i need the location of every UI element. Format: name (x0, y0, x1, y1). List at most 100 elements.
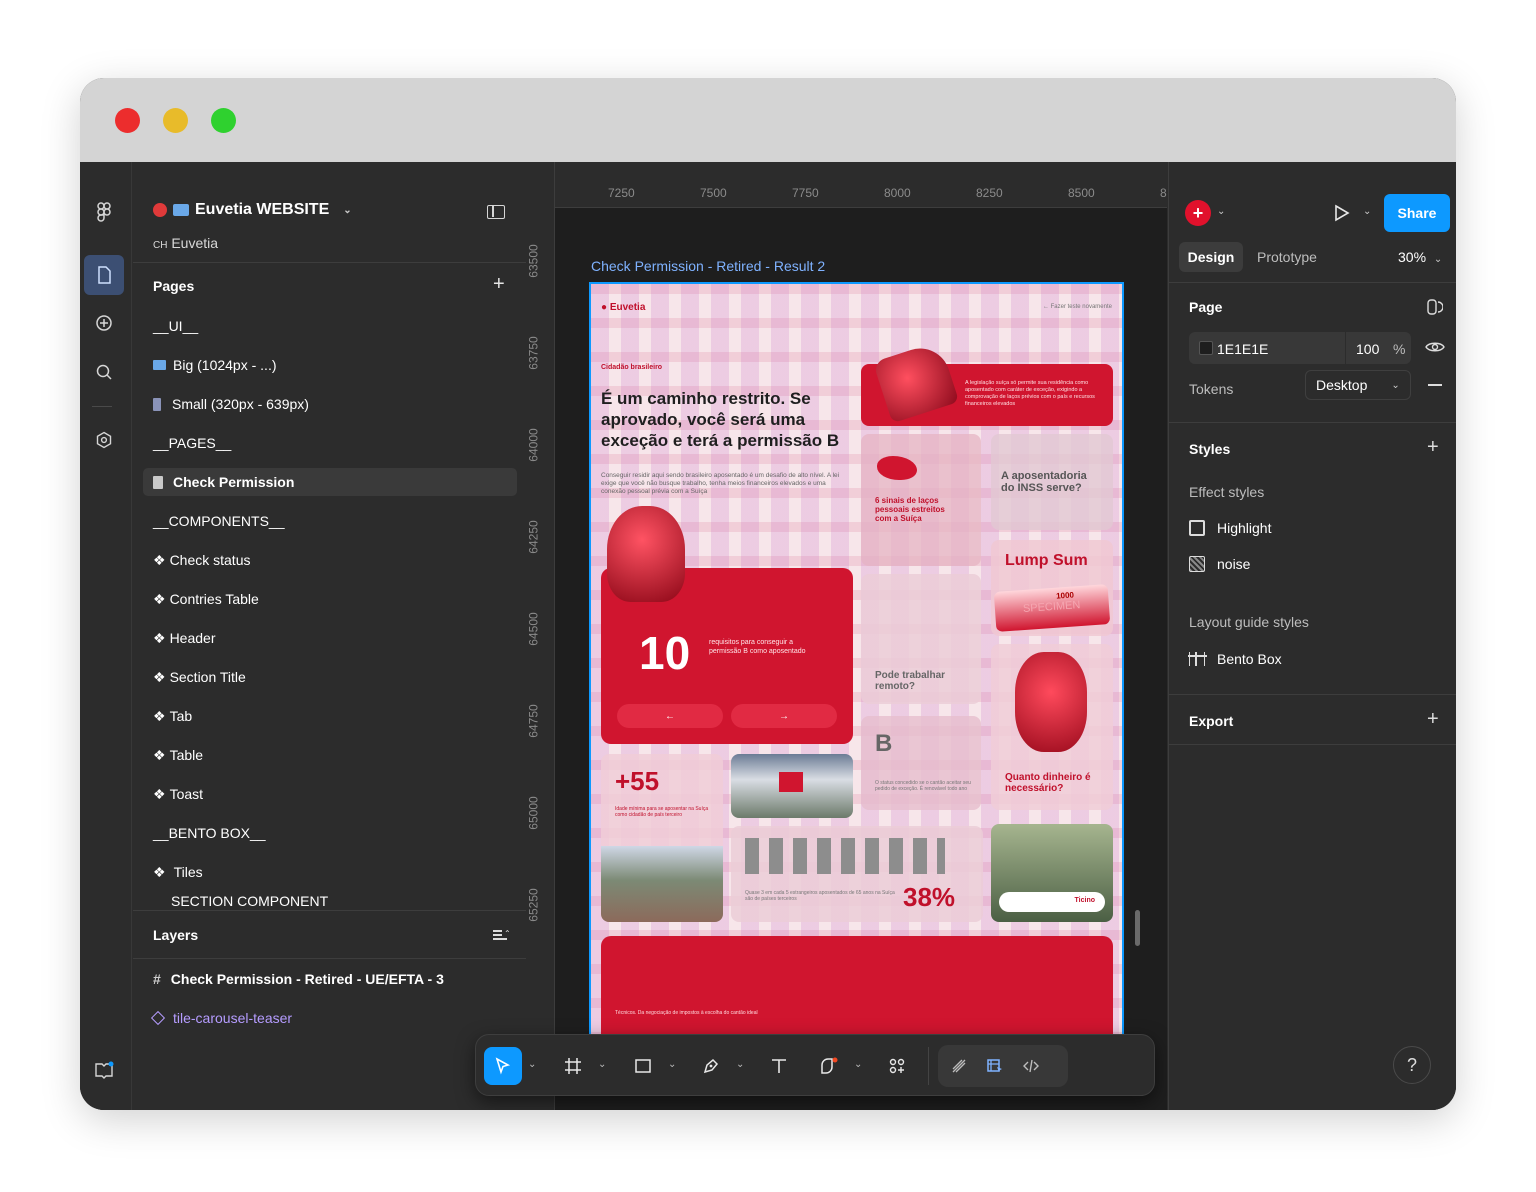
search-icon[interactable] (84, 352, 124, 392)
chevron-down-icon[interactable]: ⌄ (736, 1059, 744, 1070)
page-item-section-title[interactable]: ❖ Section Title (143, 663, 517, 691)
page-item-check-status[interactable]: ❖ Check status (143, 546, 517, 574)
page-item-tab[interactable]: ❖ Tab (143, 702, 517, 730)
team-name[interactable]: CH Euvetia (153, 235, 218, 251)
zoom-dropdown[interactable]: 30% ⌄ (1398, 249, 1442, 265)
figma-logo-icon[interactable] (84, 192, 124, 232)
tile-remote: Pode trabalhar remoto? (861, 574, 981, 704)
color-hex-value[interactable]: 1E1E1E (1217, 341, 1268, 357)
chevron-down-icon[interactable]: ⌄ (598, 1059, 606, 1070)
footer-band: Técnicos. Da negociação de impostos à es… (601, 936, 1113, 1040)
signs-text: 6 sinais de laços pessoais estreitos com… (875, 496, 945, 523)
ruler-tick: 7250 (608, 186, 635, 200)
component-icon: ❖ (153, 629, 166, 646)
actions-icon[interactable] (878, 1047, 916, 1085)
frame-label[interactable]: Check Permission - Retired - Result 2 (591, 258, 825, 274)
play-icon[interactable] (1331, 203, 1351, 228)
eye-icon[interactable] (1425, 340, 1445, 359)
help-button[interactable]: ? (1393, 1046, 1431, 1084)
page-item-components[interactable]: __COMPONENTS__ (143, 507, 517, 535)
inss-text: A aposentadoria do INSS serve? (1001, 470, 1087, 494)
tile-inss: A aposentadoria do INSS serve? (991, 434, 1113, 530)
page-item-toast[interactable]: ❖ Toast (143, 780, 517, 808)
page-item-pages[interactable]: __PAGES__ (143, 429, 517, 457)
page-item-header[interactable]: ❖ Header (143, 624, 517, 652)
ruler-tick: 64250 (527, 520, 541, 554)
page-item-tiles[interactable]: ❖ Tiles (143, 858, 517, 886)
layer-instance-tile-carousel[interactable]: tile-carousel-teaser (150, 1010, 292, 1026)
ruler-tick: 63750 (527, 336, 541, 370)
prev-button[interactable]: ← (617, 704, 723, 728)
lump-title: Lump Sum (1005, 552, 1088, 569)
page-item-section-component[interactable]: SECTION COMPONENT (143, 893, 517, 911)
layer-frame-check-permission[interactable]: # Check Permission - Retired - UE/EFTA -… (153, 971, 444, 987)
page-item-bento-box[interactable]: __BENTO BOX__ (143, 819, 517, 847)
chevron-down-icon[interactable]: ⌄ (1217, 206, 1225, 217)
rectangle-icon[interactable] (624, 1047, 662, 1085)
tab-design[interactable]: Design (1179, 242, 1243, 272)
chevron-down-icon: ⌄ (1391, 379, 1400, 391)
tab-prototype[interactable]: Prototype (1257, 249, 1317, 265)
draw-icon[interactable] (940, 1047, 978, 1085)
pen-icon[interactable] (692, 1047, 730, 1085)
page-color-field[interactable]: 1E1E1E 100 % (1189, 332, 1411, 364)
tile-lump-sum: Lump Sum 1000 SPECIMEN (991, 540, 1113, 636)
mountain-photo (601, 846, 723, 922)
page-item-table[interactable]: ❖ Table (143, 741, 517, 769)
desktop-icon (153, 360, 166, 370)
design-canvas[interactable]: 7250 7500 7750 8000 8250 8500 8 63500 63… (527, 162, 1167, 1110)
page-settings-icon[interactable] (1427, 298, 1444, 316)
layout-style-bento-box[interactable]: Bento Box (1188, 651, 1282, 667)
chevron-down-icon[interactable]: ⌄ (343, 205, 351, 216)
next-button[interactable]: → (731, 704, 837, 728)
chevron-down-icon[interactable]: ⌄ (668, 1059, 676, 1070)
project-title[interactable]: Euvetia WEBSITE ⌄ (153, 201, 352, 219)
add-export-plus-icon[interactable]: + (1427, 708, 1439, 731)
page-item-check-permission[interactable]: Check Permission (143, 468, 517, 496)
page-header: Page (1189, 299, 1223, 315)
page-item-big[interactable]: Big (1024px - ...) (143, 351, 517, 379)
move-tool-icon[interactable] (484, 1047, 522, 1085)
retake-link[interactable]: ← Fazer teste novamente (1043, 304, 1112, 310)
dev-mode-icon[interactable] (976, 1047, 1014, 1085)
effect-style-noise[interactable]: noise (1189, 556, 1250, 572)
close-window-button[interactable] (115, 108, 140, 133)
add-style-plus-icon[interactable]: + (1427, 436, 1439, 459)
shape-icon[interactable] (810, 1047, 848, 1085)
page-label: Table (169, 747, 204, 763)
text-icon[interactable] (760, 1047, 798, 1085)
chevron-down-icon[interactable]: ⌄ (854, 1059, 862, 1070)
book-icon[interactable] (84, 1050, 124, 1090)
app-window: Euvetia WEBSITE ⌄ CH Euvetia Pages + __U… (80, 78, 1456, 1110)
share-button[interactable]: Share (1384, 194, 1450, 232)
sidebar-toggle-icon[interactable] (487, 205, 505, 219)
page-item-ui[interactable]: __UI__ (143, 312, 517, 340)
chevron-down-icon[interactable]: ⌄ (1363, 206, 1371, 217)
tile-ticino: Ticino (991, 824, 1113, 922)
page-item-small[interactable]: Small (320px - 639px) (143, 390, 517, 418)
design-frame[interactable]: ● Euvetia ← Fazer teste novamente Cidadã… (589, 282, 1124, 1042)
tokens-dropdown[interactable]: Desktop ⌄ (1305, 370, 1411, 400)
phone-icon (153, 397, 161, 411)
layers-options-icon[interactable]: ⌃ (493, 928, 511, 942)
opacity-value[interactable]: 100 (1356, 341, 1379, 357)
plugin-avatar[interactable]: + (1185, 200, 1211, 226)
minus-icon[interactable] (1428, 384, 1442, 386)
maximize-window-button[interactable] (211, 108, 236, 133)
settings-icon[interactable] (84, 420, 124, 460)
frame-tool-icon[interactable] (554, 1047, 592, 1085)
add-circle-icon[interactable] (84, 303, 124, 343)
color-swatch[interactable] (1199, 341, 1213, 355)
canvas-scrollbar[interactable] (1135, 910, 1140, 946)
effect-style-highlight[interactable]: Highlight (1189, 520, 1271, 536)
code-icon[interactable] (1012, 1047, 1050, 1085)
minimize-window-button[interactable] (163, 108, 188, 133)
eyebrow: Cidadão brasileiro (601, 364, 663, 371)
chevron-down-icon[interactable]: ⌄ (528, 1059, 536, 1070)
page-item-contries-table[interactable]: ❖ Contries Table (143, 585, 517, 613)
file-icon[interactable] (84, 255, 124, 295)
big-number-text: requisitos para conseguir a permissão B … (709, 639, 806, 655)
add-page-plus-icon[interactable]: + (493, 274, 505, 294)
page-label: Check status (169, 552, 251, 568)
zoom-value: 30% (1398, 249, 1427, 265)
